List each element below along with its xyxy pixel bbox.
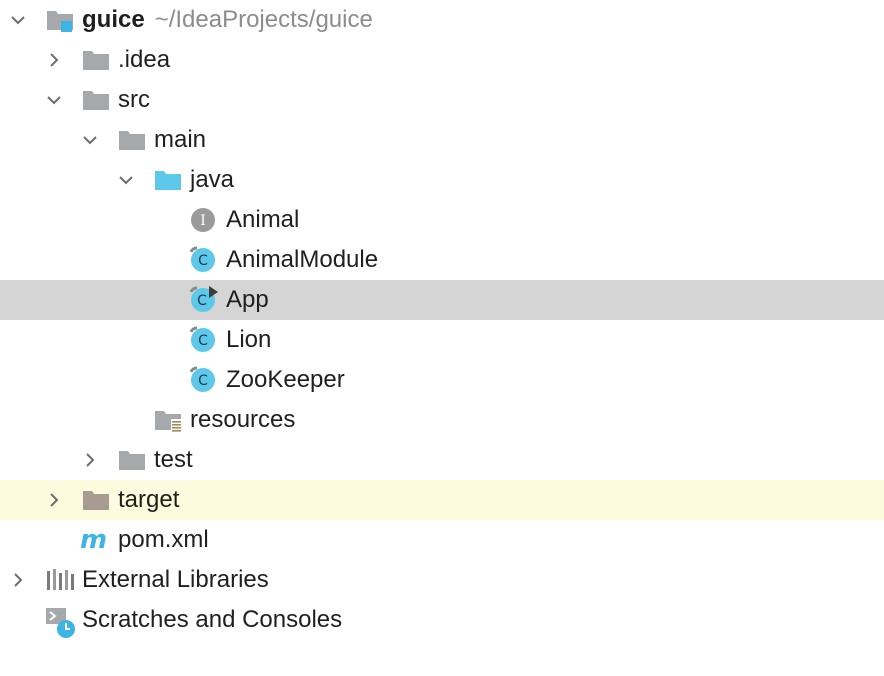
tree-label: Animal [226, 206, 300, 233]
tree-label: guice ~/IdeaProjects/guice [82, 6, 373, 33]
tree-label: .idea [118, 46, 171, 73]
tree-row-idea[interactable]: .idea [0, 40, 884, 80]
interface-badge: I [200, 213, 206, 229]
chevron-down-icon[interactable] [80, 130, 100, 150]
tree-label: java [190, 166, 235, 193]
scratches-icon [46, 608, 75, 638]
project-tree: guice ~/IdeaProjects/guice .idea src main [0, 0, 884, 676]
tree-row-main[interactable]: main [0, 120, 884, 160]
tree-label: pom.xml [118, 526, 209, 553]
runnable-class-icon: C [189, 286, 218, 312]
source-root-folder-icon [154, 168, 182, 192]
tree-row-test[interactable]: test [0, 440, 884, 480]
libraries-icon [46, 568, 74, 592]
class-icon: C [189, 326, 217, 352]
tree-label: App [226, 286, 269, 313]
chevron-right-icon[interactable] [80, 450, 100, 470]
folder-icon [118, 128, 146, 152]
class-icon: C [189, 366, 217, 392]
class-badge: C [197, 293, 207, 309]
class-badge: C [198, 333, 208, 349]
tree-row-guice[interactable]: guice ~/IdeaProjects/guice [0, 0, 884, 40]
tree-row-animal-module[interactable]: C AnimalModule [0, 240, 884, 280]
tree-label: main [154, 126, 207, 153]
tree-label: src [118, 86, 150, 113]
tree-row-java[interactable]: java [0, 160, 884, 200]
tree-row-scratches[interactable]: Scratches and Consoles [0, 600, 884, 640]
tree-row-pom[interactable]: m pom.xml [0, 520, 884, 560]
chevron-right-icon[interactable] [44, 490, 64, 510]
tree-row-external-libraries[interactable]: External Libraries [0, 560, 884, 600]
tree-row-target[interactable]: target [0, 480, 884, 520]
tree-label: target [118, 486, 180, 513]
class-badge: C [198, 373, 208, 389]
class-icon: C [189, 246, 217, 272]
tree-label: Lion [226, 326, 272, 353]
excluded-folder-icon [82, 488, 110, 512]
tree-row-lion[interactable]: C Lion [0, 320, 884, 360]
tree-row-zookeeper[interactable]: C ZooKeeper [0, 360, 884, 400]
tree-label: resources [190, 406, 296, 433]
tree-row-src[interactable]: src [0, 80, 884, 120]
chevron-right-icon[interactable] [44, 50, 64, 70]
tree-label: AnimalModule [226, 246, 379, 273]
chevron-down-icon[interactable] [8, 10, 28, 30]
module-folder-icon [46, 8, 74, 32]
tree-label: External Libraries [82, 566, 269, 593]
tree-row-resources[interactable]: resources [0, 400, 884, 440]
project-path: ~/IdeaProjects/guice [154, 6, 373, 33]
chevron-right-icon[interactable] [8, 570, 28, 590]
chevron-down-icon[interactable] [116, 170, 136, 190]
interface-icon: I [189, 208, 217, 232]
tree-label: test [154, 446, 193, 473]
class-badge: C [198, 253, 208, 269]
folder-icon [82, 88, 110, 112]
maven-badge: m [80, 525, 107, 555]
tree-label: Scratches and Consoles [82, 606, 343, 633]
tree-row-app[interactable]: C App [0, 280, 884, 320]
chevron-down-icon[interactable] [44, 90, 64, 110]
tree-label: ZooKeeper [226, 366, 345, 393]
maven-icon: m [80, 525, 108, 555]
tree-row-animal[interactable]: I Animal [0, 200, 884, 240]
folder-icon [118, 448, 146, 472]
resources-folder-icon [154, 408, 182, 432]
folder-icon [82, 48, 110, 72]
